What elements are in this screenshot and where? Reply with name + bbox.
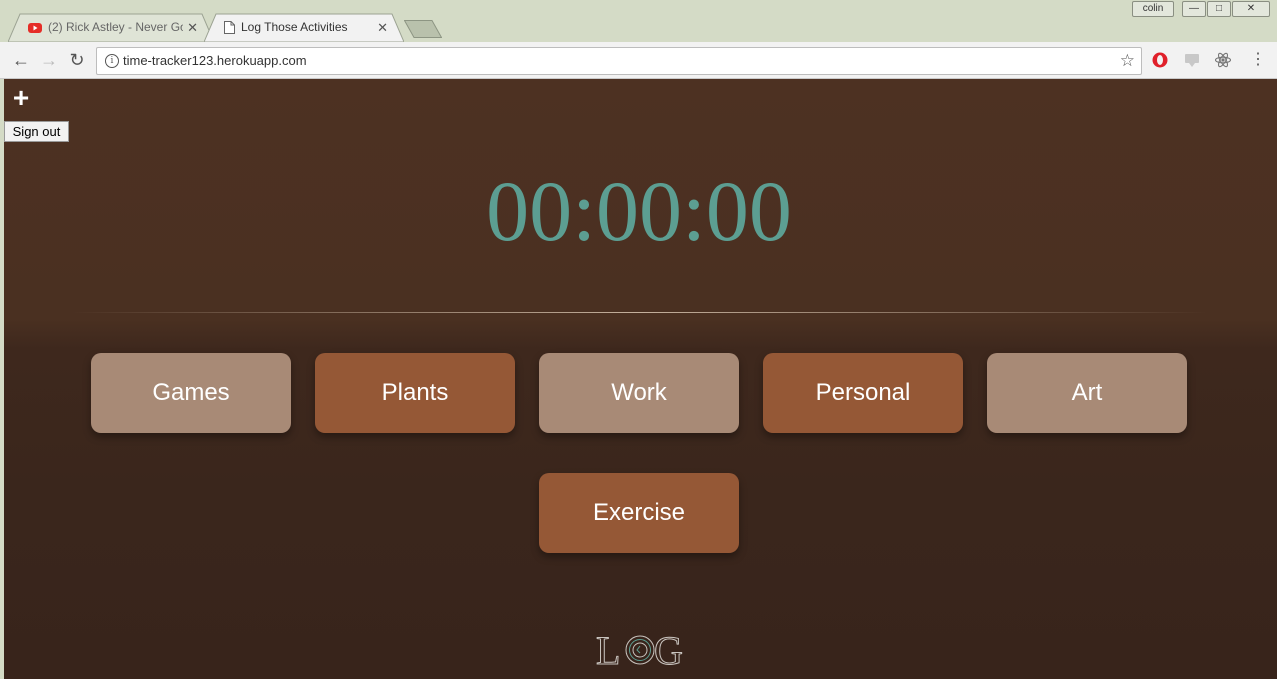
close-tab-icon[interactable]: ✕ [187, 13, 198, 42]
info-icon[interactable]: i [105, 54, 119, 68]
svg-text:G: G [654, 628, 683, 671]
page-content: + Sign out 00:00:00 Games Plants Work Pe… [4, 79, 1277, 679]
category-button-plants[interactable]: Plants [315, 353, 515, 433]
category-button-work[interactable]: Work [539, 353, 739, 433]
menu-icon[interactable]: ⋮ [1250, 51, 1266, 69]
close-window-button[interactable]: ✕ [1232, 1, 1270, 17]
close-tab-icon[interactable]: ✕ [377, 13, 388, 42]
opera-icon[interactable] [1151, 51, 1169, 69]
react-devtools-icon[interactable] [1214, 51, 1232, 69]
category-button-personal[interactable]: Personal [763, 353, 963, 433]
tab-title: Log Those Activities [241, 20, 348, 34]
divider [72, 312, 1207, 313]
address-bar[interactable]: i ☆ [96, 47, 1142, 75]
timer-display: 00:00:00 [486, 163, 792, 259]
back-icon[interactable]: ← [11, 50, 31, 70]
log-logo: L G [596, 628, 684, 672]
browser-titlebar: (2) Rick Astley - Never Go ✕ Log Those A… [0, 0, 1277, 42]
category-button-games[interactable]: Games [91, 353, 291, 433]
restore-button[interactable]: □ [1207, 1, 1231, 17]
extension-icon[interactable] [1183, 51, 1201, 69]
add-category-button[interactable]: + [10, 84, 32, 113]
reload-icon[interactable]: ↻ [67, 50, 87, 70]
forward-icon[interactable]: → [39, 50, 59, 70]
svg-text:L: L [596, 628, 620, 671]
tab-title: (2) Rick Astley - Never Go [48, 20, 184, 34]
category-button-art[interactable]: Art [987, 353, 1187, 433]
profile-badge[interactable]: colin [1132, 1, 1174, 17]
youtube-icon [28, 22, 42, 33]
page-icon [224, 21, 235, 34]
minimize-button[interactable]: — [1182, 1, 1206, 17]
sign-out-button[interactable]: Sign out [4, 121, 69, 142]
url-input[interactable] [123, 48, 1103, 74]
bookmark-star-icon[interactable]: ☆ [1120, 50, 1135, 72]
browser-toolbar: ← → ↻ i ☆ ⋮ [0, 42, 1277, 79]
category-button-exercise[interactable]: Exercise [539, 473, 739, 553]
new-tab-button[interactable] [404, 20, 442, 38]
tab-log-activities[interactable]: Log Those Activities ✕ [204, 13, 404, 42]
tab-youtube[interactable]: (2) Rick Astley - Never Go ✕ [8, 13, 214, 42]
